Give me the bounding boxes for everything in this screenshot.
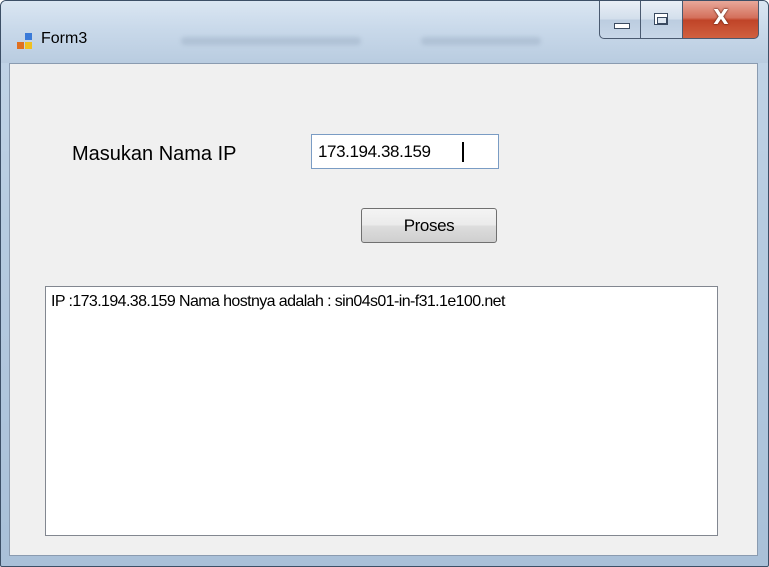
close-icon: X — [713, 5, 729, 29]
ip-input[interactable] — [311, 134, 499, 169]
app-window: Form3 X Masukan Nama IP Proses IP :173.1… — [0, 0, 769, 567]
maximize-button[interactable] — [641, 1, 683, 39]
minimize-button[interactable] — [599, 1, 641, 39]
title-bar-reflection — [421, 37, 541, 45]
form-client-area: Masukan Nama IP Proses IP :173.194.38.15… — [9, 63, 758, 556]
close-button[interactable]: X — [683, 1, 759, 39]
title-bar-reflection — [181, 37, 361, 45]
minimize-icon — [614, 23, 630, 29]
title-bar[interactable]: Form3 X — [1, 1, 768, 63]
window-title: Form3 — [41, 30, 88, 47]
windows-form-icon[interactable] — [17, 33, 35, 51]
result-text: IP :173.194.38.159 Nama hostnya adalah :… — [51, 293, 505, 310]
proses-button[interactable]: Proses — [361, 208, 497, 243]
maximize-icon — [654, 13, 668, 25]
caption-buttons: X — [599, 1, 759, 41]
result-textbox[interactable]: IP :173.194.38.159 Nama hostnya adalah :… — [45, 286, 718, 536]
ip-label: Masukan Nama IP — [72, 143, 237, 165]
text-caret — [462, 142, 464, 162]
